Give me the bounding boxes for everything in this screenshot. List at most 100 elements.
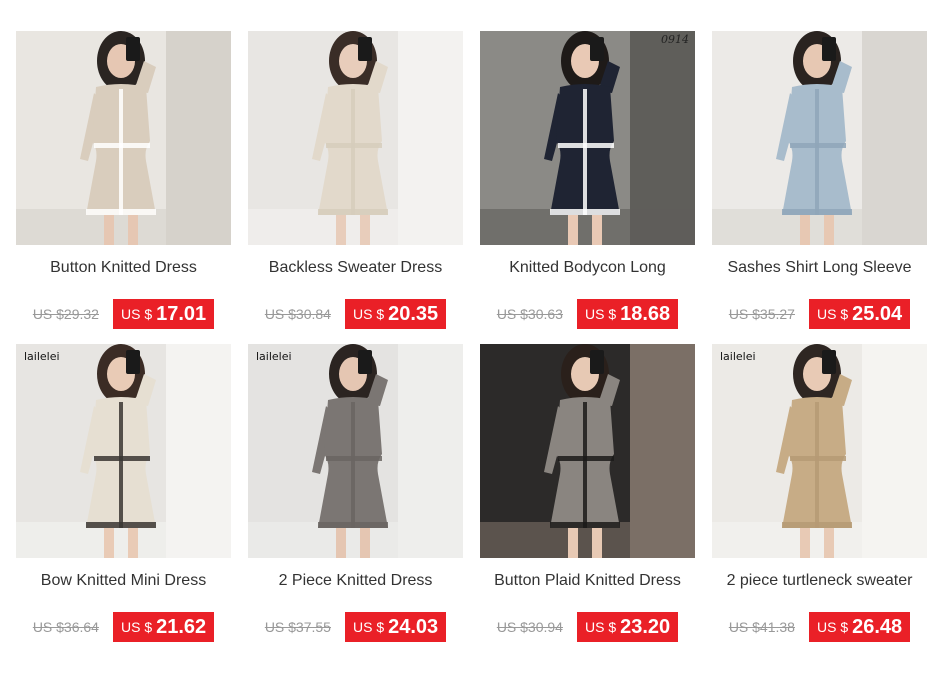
product-title[interactable]: Button Plaid Knitted Dress (480, 572, 695, 592)
sale-price-value: 17.01 (156, 302, 207, 325)
dress-trim-waist (790, 143, 846, 148)
product-image[interactable] (480, 344, 695, 558)
sale-price-currency: US $ (120, 619, 153, 635)
model-leg-left (336, 215, 346, 245)
brand-watermark: lailelei (256, 350, 292, 363)
model-leg-left (104, 528, 114, 558)
phone-icon (126, 350, 140, 374)
price-row: US $30.94 US $ 23.20 (480, 612, 695, 642)
brand-watermark: lailelei (24, 350, 60, 363)
dress-trim-center (351, 89, 355, 215)
product-title[interactable]: 2 Piece Knitted Dress (248, 572, 463, 592)
model-leg-left (568, 215, 578, 245)
product-card[interactable]: lailelei 2 piece turtleneck sweater US $… (712, 344, 927, 657)
price-row: US $29.32 US $ 17.01 (16, 299, 231, 329)
product-card[interactable]: Button Knitted Dress US $29.32 US $ 17.0… (16, 31, 231, 344)
model-leg-right (824, 215, 834, 245)
brand-watermark: lailelei (720, 350, 756, 363)
model-leg-left (568, 528, 578, 558)
phone-icon (126, 37, 140, 61)
dress-trim-hem (550, 522, 620, 528)
sale-price-currency: US $ (352, 619, 385, 635)
product-image[interactable]: lailelei (16, 344, 231, 558)
model-photo (16, 344, 231, 558)
dress-trim-hem (550, 209, 620, 215)
original-price: US $37.55 (264, 619, 331, 635)
dress-trim-center (119, 402, 123, 528)
model-leg-right (360, 215, 370, 245)
model-leg-right (592, 528, 602, 558)
model-photo (480, 344, 695, 558)
dress-trim-waist (94, 456, 150, 461)
sale-price-badge: US $ 20.35 (344, 299, 447, 329)
model-leg-left (336, 528, 346, 558)
phone-icon (822, 350, 836, 374)
sale-price-badge: US $ 21.62 (112, 612, 215, 642)
model-leg-right (128, 215, 138, 245)
sale-price-currency: US $ (584, 306, 617, 322)
original-price: US $36.64 (32, 619, 99, 635)
sale-price-currency: US $ (816, 306, 849, 322)
model-leg-left (800, 528, 810, 558)
sale-price-currency: US $ (816, 619, 849, 635)
product-title[interactable]: Backless Sweater Dress (248, 259, 463, 279)
sale-price-value: 25.04 (852, 302, 903, 325)
product-card[interactable]: lailelei Bow Knitted Mini Dress US $36.6… (16, 344, 231, 657)
dress-trim-hem (782, 522, 852, 528)
product-title[interactable]: Button Knitted Dress (16, 259, 231, 279)
product-image[interactable] (712, 31, 927, 245)
product-card[interactable]: 0914 Knitted Bodycon Long US $30.63 US $… (480, 31, 695, 344)
original-price: US $30.63 (496, 306, 563, 322)
model-photo (16, 31, 231, 245)
product-card[interactable]: lailelei 2 Piece Knitted Dress US $37.55… (248, 344, 463, 657)
product-image[interactable]: lailelei (248, 344, 463, 558)
model-leg-left (800, 215, 810, 245)
price-row: US $30.63 US $ 18.68 (480, 299, 695, 329)
dress-trim-center (119, 89, 123, 215)
sale-price-currency: US $ (120, 306, 153, 322)
model-leg-left (104, 215, 114, 245)
product-image[interactable] (248, 31, 463, 245)
dress-trim-center (583, 89, 587, 215)
dress-trim-center (583, 402, 587, 528)
phone-icon (358, 350, 372, 374)
sale-price-currency: US $ (352, 306, 385, 322)
model-leg-right (360, 528, 370, 558)
dress-trim-waist (326, 143, 382, 148)
wall-number-text: 0914 (661, 33, 689, 46)
product-card[interactable]: Sashes Shirt Long Sleeve US $35.27 US $ … (712, 31, 927, 344)
sale-price-value: 24.03 (388, 615, 439, 638)
product-card[interactable]: Button Plaid Knitted Dress US $30.94 US … (480, 344, 695, 657)
model-leg-right (128, 528, 138, 558)
sale-price-badge: US $ 17.01 (112, 299, 215, 329)
price-row: US $36.64 US $ 21.62 (16, 612, 231, 642)
sale-price-value: 21.62 (156, 615, 207, 638)
sale-price-badge: US $ 24.03 (344, 612, 447, 642)
dress-trim-waist (558, 143, 614, 148)
original-price: US $30.94 (496, 619, 563, 635)
product-title[interactable]: Bow Knitted Mini Dress (16, 572, 231, 592)
dress-trim-hem (86, 522, 156, 528)
original-price: US $30.84 (264, 306, 331, 322)
product-title[interactable]: Knitted Bodycon Long (480, 259, 695, 279)
dress-trim-center (815, 89, 819, 215)
product-image[interactable] (16, 31, 231, 245)
sale-price-value: 23.20 (620, 615, 671, 638)
product-image[interactable]: 0914 (480, 31, 695, 245)
product-card[interactable]: Backless Sweater Dress US $30.84 US $ 20… (248, 31, 463, 344)
dress-trim-waist (326, 456, 382, 461)
phone-icon (590, 37, 604, 61)
product-title[interactable]: 2 piece turtleneck sweater (712, 572, 927, 592)
price-row: US $41.38 US $ 26.48 (712, 612, 927, 642)
product-image[interactable]: lailelei (712, 344, 927, 558)
model-photo (480, 31, 695, 245)
original-price: US $29.32 (32, 306, 99, 322)
sale-price-badge: US $ 25.04 (808, 299, 911, 329)
sale-price-badge: US $ 26.48 (808, 612, 911, 642)
model-leg-right (592, 215, 602, 245)
model-photo (248, 344, 463, 558)
price-row: US $37.55 US $ 24.03 (248, 612, 463, 642)
original-price: US $41.38 (728, 619, 795, 635)
model-photo (248, 31, 463, 245)
product-title[interactable]: Sashes Shirt Long Sleeve (712, 259, 927, 279)
